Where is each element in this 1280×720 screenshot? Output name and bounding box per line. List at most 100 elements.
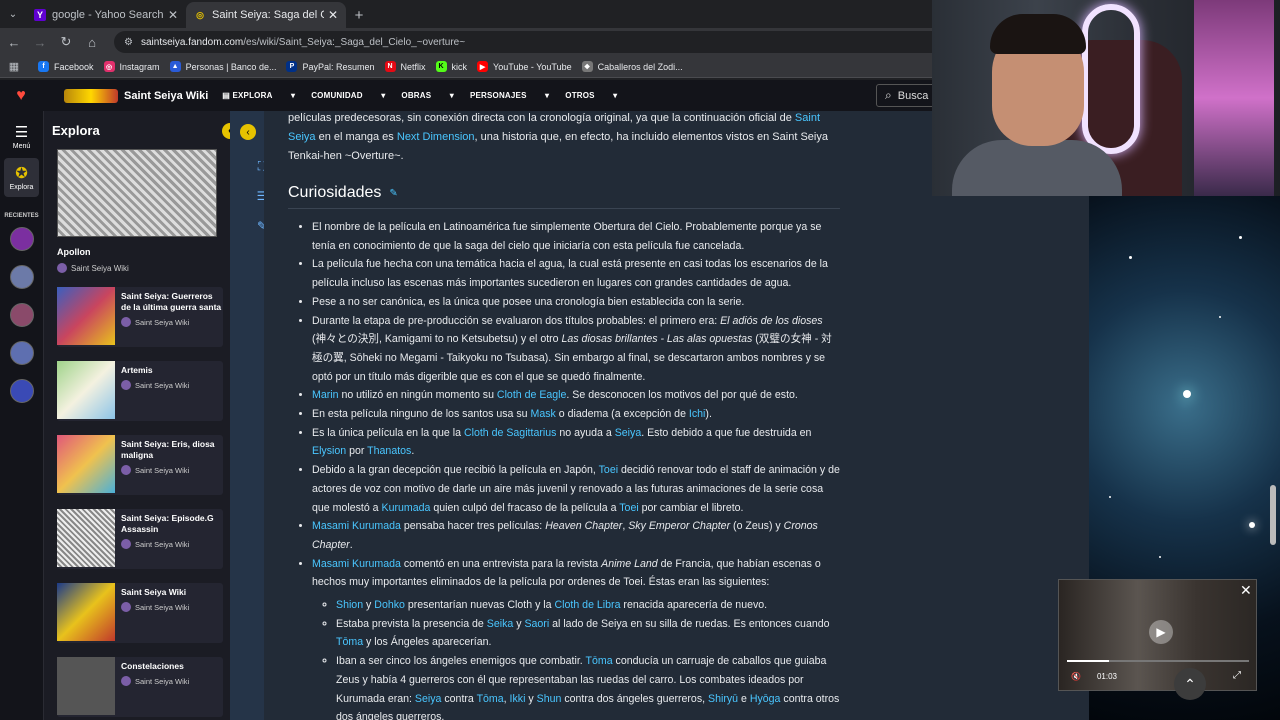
link-cloth-libra[interactable]: Cloth de Libra: [555, 599, 621, 611]
link-seiya[interactable]: Seiya: [615, 427, 642, 439]
nav-personajes[interactable]: PERSONAJES ▾: [470, 91, 549, 100]
recent-wiki-avatar[interactable]: [9, 265, 34, 289]
search-placeholder: Busca: [897, 89, 929, 102]
list-item: Es la única película en la que la Cloth …: [312, 424, 840, 461]
bookmark-facebook[interactable]: f Facebook: [38, 61, 94, 72]
video-progress-bar[interactable]: [1067, 660, 1249, 662]
nav-explora[interactable]: ▤ EXPLORA ▾: [222, 91, 295, 100]
new-tab-button[interactable]: +: [346, 2, 372, 28]
link-marin[interactable]: Marin: [312, 389, 339, 401]
back-icon[interactable]: ←: [2, 30, 26, 54]
rail-explora-label: Explora: [9, 184, 34, 191]
wiki-avatar-icon: [121, 539, 131, 549]
wiki-name[interactable]: Saint Seiya Wiki: [124, 90, 208, 102]
browser-tab-saint-seiya[interactable]: ◎ Saint Seiya: Saga del Cielo ~ove ✕: [186, 2, 346, 28]
link-cloth-eagle[interactable]: Cloth de Eagle: [497, 389, 567, 401]
fandom-heart-icon[interactable]: ♥: [0, 80, 42, 111]
bookmark-label: kick: [451, 61, 468, 72]
explora-card[interactable]: Artemis Saint Seiya Wiki: [57, 361, 223, 421]
list-item: Durante la etapa de pre-producción se ev…: [312, 312, 840, 387]
explora-card[interactable]: Saint Seiya Wiki Saint Seiya Wiki: [57, 583, 223, 643]
wiki-nav: ▤ EXPLORA ▾ COMUNIDAD ▾ OBRAS ▾ PERSONAJ…: [222, 91, 633, 100]
page-scrollbar-thumb[interactable]: [1270, 485, 1276, 545]
link-toma[interactable]: Tōma: [336, 636, 363, 648]
explora-card[interactable]: Saint Seiya: Guerreros de la última guer…: [57, 287, 223, 347]
nav-obras[interactable]: OBRAS ▾: [401, 91, 454, 100]
collapse-sidebar-icon[interactable]: ‹: [240, 124, 256, 140]
link-toei[interactable]: Toei: [619, 502, 638, 514]
link-toma[interactable]: Tōma: [477, 693, 504, 705]
wiki-avatar-icon: [121, 676, 131, 686]
wiki-avatar-icon: [121, 317, 131, 327]
edit-section-icon[interactable]: ✎: [389, 188, 397, 199]
explora-card[interactable]: Saint Seiya: Episode.G Assassin Saint Sei…: [57, 509, 223, 569]
link-hyoga[interactable]: Hyōga: [750, 693, 781, 705]
nav-otros[interactable]: OTROS ▾: [565, 91, 617, 100]
rail-menu[interactable]: ☰ Menú: [0, 123, 43, 150]
section-heading-curiosidades: Curiosidades ✎: [288, 184, 840, 209]
link-dohko[interactable]: Dohko: [374, 599, 405, 611]
sub-list: Shion y Dohko presentarían nuevas Cloth …: [312, 596, 840, 720]
nav-comunidad[interactable]: COMUNIDAD ▾: [311, 91, 385, 100]
fandom-favicon-icon: ◎: [196, 9, 204, 20]
explora-card[interactable]: Constelaciones Saint Seiya Wiki: [57, 657, 223, 717]
link-cloth-sagittarius[interactable]: Cloth de Sagittarius: [464, 427, 556, 439]
recent-wiki-avatar[interactable]: [9, 227, 34, 251]
link-mask[interactable]: Mask: [531, 408, 556, 420]
home-icon[interactable]: ⌂: [80, 30, 104, 54]
link-shion[interactable]: Shion: [336, 599, 363, 611]
mute-icon[interactable]: 🔇: [1071, 672, 1081, 681]
link-masami-kurumada[interactable]: Masami Kurumada: [312, 520, 401, 532]
wiki-logo[interactable]: [64, 88, 118, 103]
browser-tab-yahoo[interactable]: Y google - Yahoo Search Tus res ✕: [26, 2, 186, 28]
bookmark-netflix[interactable]: N Netflix: [384, 61, 426, 72]
link-elysion[interactable]: Elysion: [312, 445, 346, 457]
close-video-icon[interactable]: ✕: [1240, 582, 1252, 599]
floating-video-player[interactable]: ✕ ▶ 🔇 01:03 ⤢: [1058, 579, 1257, 691]
link-thanatos[interactable]: Thanatos: [367, 445, 411, 457]
link-shiryu[interactable]: Shiryū: [708, 693, 738, 705]
bookmark-bank[interactable]: ▲ Personas | Banco de...: [169, 61, 276, 72]
explora-card[interactable]: Saint Seiya: Eris, diosa maligna Saint Se…: [57, 435, 223, 495]
paypal-icon: P: [286, 61, 298, 72]
link-toei[interactable]: Toei: [599, 464, 618, 476]
bookmark-kick[interactable]: Kkick: [435, 61, 468, 72]
list-item: Marin no utilizó en ningún momento su Cl…: [312, 386, 840, 405]
link-shun[interactable]: Shun: [537, 693, 562, 705]
link-masami-kurumada[interactable]: Masami Kurumada: [312, 558, 401, 570]
link-toma[interactable]: Tōma: [586, 655, 613, 667]
expand-video-icon[interactable]: ⤢: [1233, 670, 1241, 681]
bookmark-caballeros[interactable]: ❖ Caballeros del Zodi...: [581, 61, 683, 72]
link-ichi[interactable]: Ichi: [689, 408, 706, 420]
apps-grid-icon[interactable]: ▦: [0, 56, 28, 78]
card-wiki: Saint Seiya Wiki: [57, 263, 217, 273]
scroll-to-top-icon[interactable]: ⌃: [1174, 668, 1206, 700]
link-saori[interactable]: Saori: [524, 618, 549, 630]
link-ikki[interactable]: Ikki: [510, 693, 526, 705]
forward-icon[interactable]: →: [28, 30, 52, 54]
link-kurumada[interactable]: Kurumada: [382, 502, 431, 514]
list-item: La película fue hecha con una temática h…: [312, 255, 840, 292]
link-seika[interactable]: Seika: [487, 618, 514, 630]
explora-panel: Explora ‹ Apollon Saint Seiya Wiki Saint…: [44, 111, 230, 720]
recent-wiki-avatar[interactable]: [9, 303, 34, 327]
reload-icon[interactable]: ↻: [54, 30, 78, 54]
tab-search-icon[interactable]: ⌄: [0, 0, 26, 28]
bookmark-instagram[interactable]: ◎ Instagram: [103, 61, 160, 72]
webcam-overlay: [932, 0, 1280, 196]
card-thumbnail: [57, 509, 115, 567]
recent-wiki-avatar[interactable]: [9, 379, 34, 403]
play-icon[interactable]: ▶: [1149, 620, 1173, 644]
card-wiki: Saint Seiya Wiki: [121, 539, 223, 549]
close-tab-icon[interactable]: ✕: [168, 8, 178, 22]
bookmark-paypal[interactable]: P PayPal: Resumen: [286, 61, 375, 72]
recent-wiki-avatar[interactable]: [9, 341, 34, 365]
bookmark-youtube[interactable]: ▶ YouTube - YouTube: [477, 61, 572, 72]
site-info-icon[interactable]: ⚙: [124, 37, 133, 48]
close-tab-icon[interactable]: ✕: [328, 8, 338, 22]
explora-card-apollon[interactable]: Apollon Saint Seiya Wiki: [57, 149, 217, 273]
star: [1183, 390, 1191, 398]
link-next-dimension[interactable]: Next Dimension: [397, 131, 475, 143]
link-seiya[interactable]: Seiya: [415, 693, 442, 705]
rail-explora[interactable]: ✪ Explora: [4, 158, 39, 197]
